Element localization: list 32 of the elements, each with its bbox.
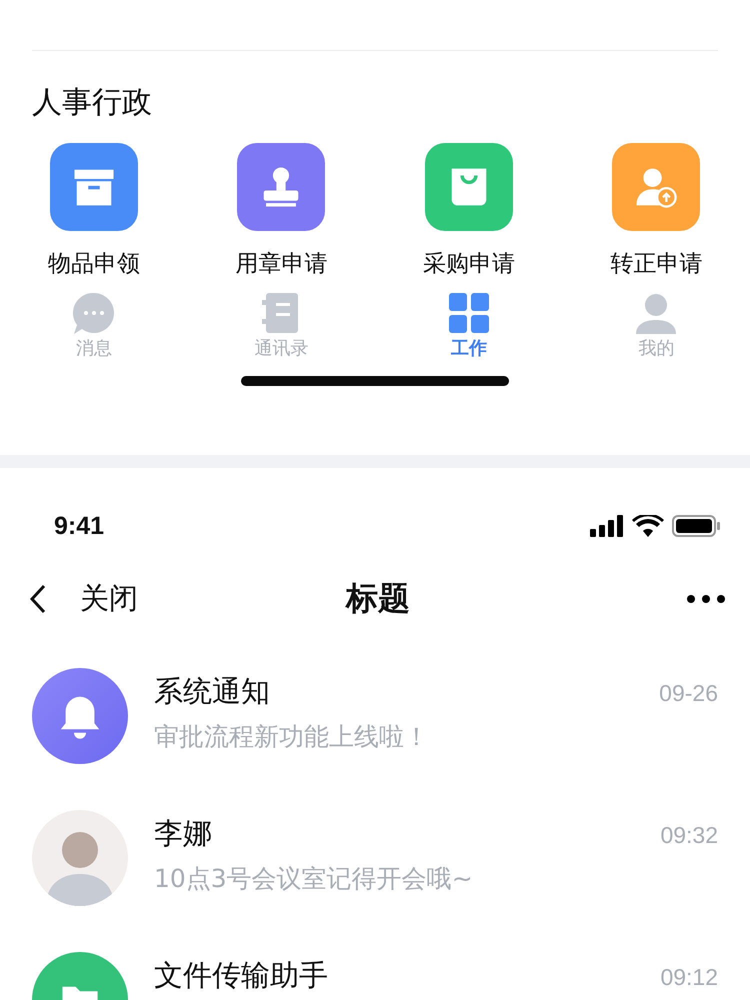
message-preview: 10点3号会议室记得开会哦~ bbox=[154, 863, 474, 895]
message-time: 09-26 bbox=[659, 680, 718, 707]
close-button[interactable]: 关闭 bbox=[30, 579, 138, 619]
section-title: 人事行政 bbox=[32, 85, 153, 121]
app-icon[interactable] bbox=[612, 143, 700, 231]
message-row[interactable]: 文件传输助手 09:12 bbox=[0, 918, 750, 1000]
message-row[interactable]: 李娜 09:32 10点3号会议室记得开会哦~ bbox=[0, 776, 750, 918]
message-time: 09:12 bbox=[660, 964, 718, 991]
app-icon[interactable] bbox=[50, 143, 138, 231]
back-chevron-icon bbox=[30, 584, 46, 614]
person-icon bbox=[634, 291, 678, 335]
more-icon[interactable] bbox=[686, 594, 726, 604]
app-label: 采购申请 bbox=[422, 250, 515, 279]
message-time: 09:32 bbox=[660, 822, 718, 849]
app-icon[interactable] bbox=[237, 143, 326, 231]
app-icon[interactable] bbox=[424, 143, 513, 231]
app-label: 物品申领 bbox=[48, 250, 140, 279]
wifi-icon bbox=[632, 515, 664, 537]
signal-icon bbox=[590, 515, 624, 537]
chat-bubble-icon bbox=[72, 291, 116, 335]
message-title: 系统通知 bbox=[154, 674, 270, 708]
message-title: 文件传输助手 bbox=[154, 958, 328, 992]
app-label: 转正申请 bbox=[610, 250, 702, 279]
app-label: 用章申请 bbox=[235, 250, 328, 279]
battery-icon bbox=[672, 515, 720, 537]
message-preview: 审批流程新功能上线啦！ bbox=[154, 721, 430, 753]
page-title: 标题 bbox=[346, 578, 410, 619]
message-title: 李娜 bbox=[154, 816, 212, 850]
tab-item[interactable]: 工作 bbox=[375, 279, 562, 361]
message-row[interactable]: 系统通知 09-26 审批流程新功能上线啦！ bbox=[0, 634, 750, 776]
grid-icon bbox=[446, 291, 491, 335]
status-time: 9:41 bbox=[54, 512, 104, 540]
